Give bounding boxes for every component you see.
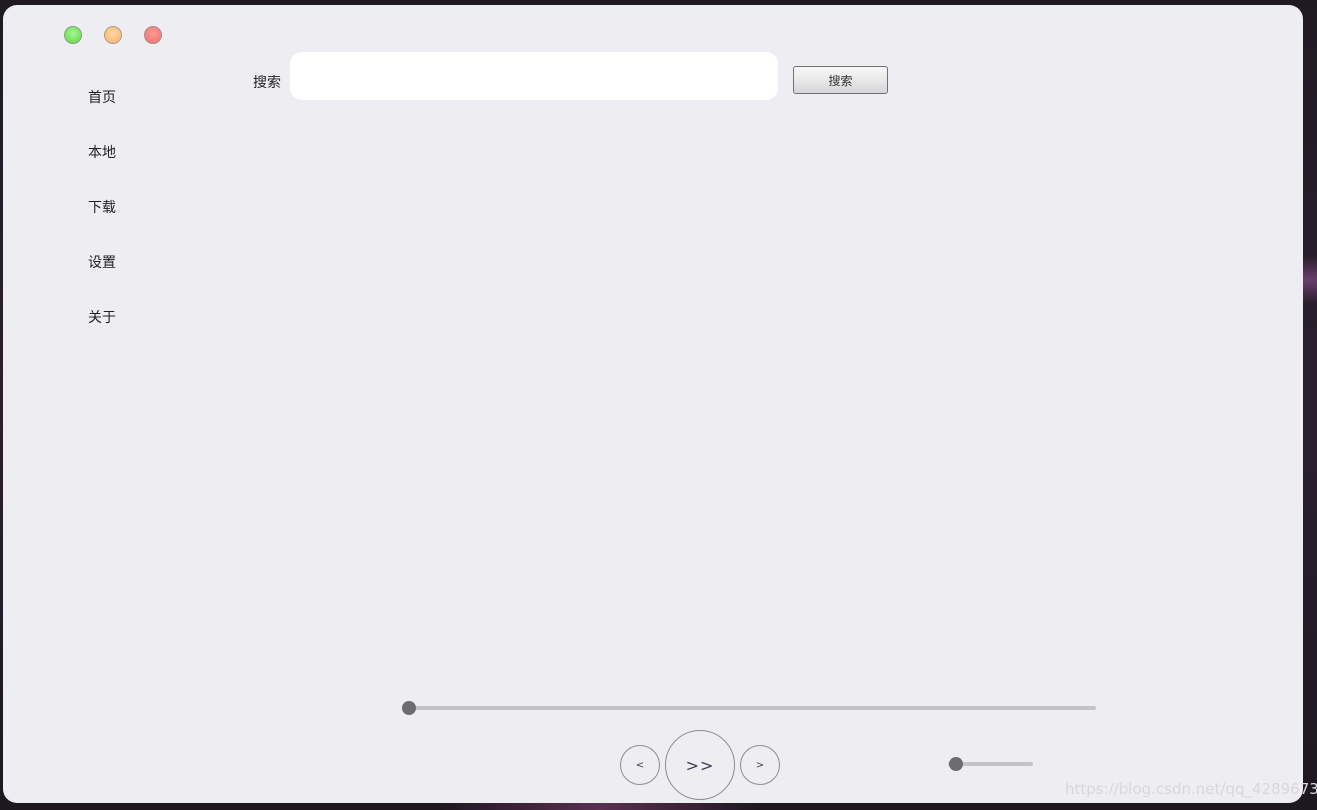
close-button[interactable] [144, 26, 162, 44]
sidebar-item-settings[interactable]: 设置 [88, 252, 116, 272]
progress-slider[interactable] [408, 706, 1096, 710]
next-button[interactable]: > [740, 745, 780, 785]
sidebar-item-about[interactable]: 关于 [88, 307, 116, 327]
sidebar-item-home[interactable]: 首页 [88, 87, 116, 107]
volume-slider-handle[interactable] [949, 757, 964, 771]
progress-slider-handle[interactable] [402, 701, 416, 715]
maximize-button[interactable] [64, 26, 82, 44]
search-button[interactable]: 搜索 [793, 66, 888, 94]
watermark: https://blog.csdn.net/qq_42896731 [1065, 780, 1317, 798]
search-input[interactable] [290, 52, 778, 100]
previous-button[interactable]: < [620, 745, 660, 785]
sidebar-item-download[interactable]: 下载 [88, 197, 116, 217]
play-button[interactable]: >> [665, 730, 735, 800]
app-window: 首页 本地 下载 设置 关于 搜索 搜索 < >> > [3, 5, 1303, 803]
minimize-button[interactable] [104, 26, 122, 44]
sidebar-item-local[interactable]: 本地 [88, 142, 116, 162]
search-label: 搜索 [253, 75, 281, 91]
